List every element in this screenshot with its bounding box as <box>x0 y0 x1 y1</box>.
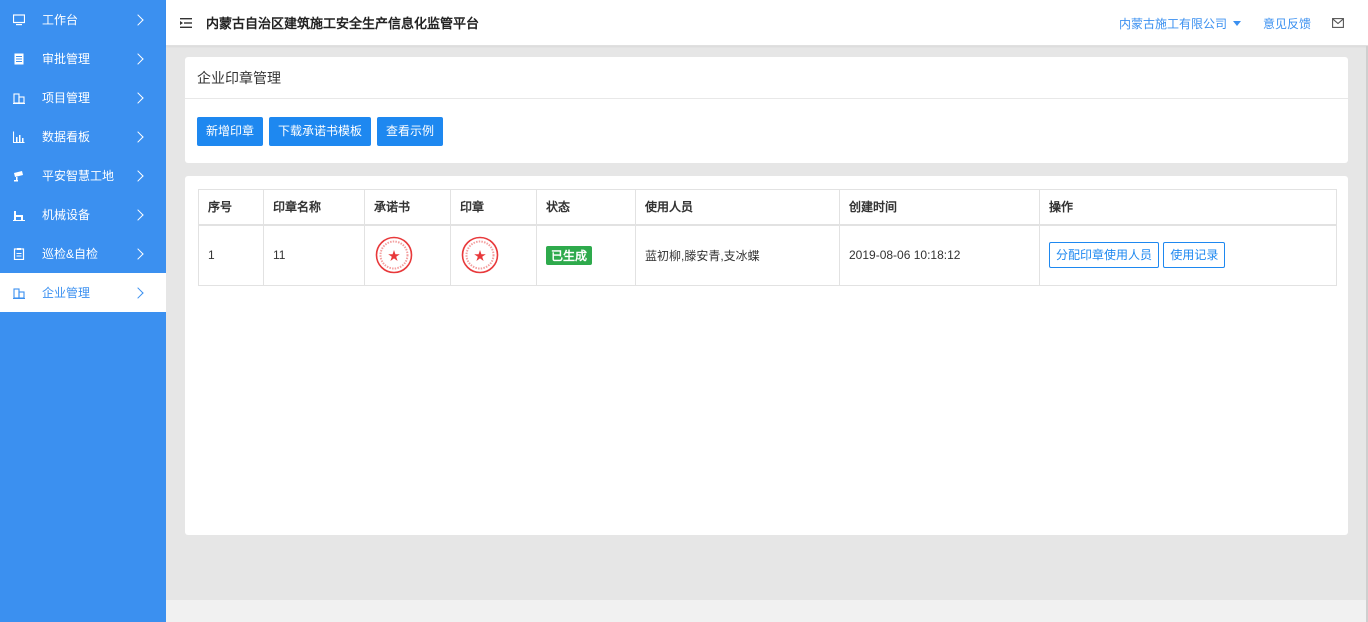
menu-toggle-icon[interactable] <box>180 17 194 29</box>
sidebar-item-label: 机械设备 <box>42 208 91 222</box>
chart-icon <box>13 131 25 143</box>
sidebar-item-projects[interactable]: 项目管理 <box>0 78 166 117</box>
cell-users: 蓝初柳,滕安青,支冰蝶 <box>635 224 840 286</box>
column-header-created: 创建时间 <box>839 189 1040 226</box>
footer-bar <box>166 600 1366 622</box>
company-dropdown[interactable]: 内蒙古施工有限公司 <box>1119 15 1241 32</box>
column-header-seal: 印章 <box>450 189 537 226</box>
sidebar-item-label: 审批管理 <box>42 52 91 66</box>
sidebar-item-workbench[interactable]: 工作台 <box>0 0 166 39</box>
sidebar-item-label: 巡检&自检 <box>42 247 99 261</box>
caret-down-icon <box>1232 20 1241 26</box>
sidebar-item-label: 项目管理 <box>42 91 91 105</box>
column-header-users: 使用人员 <box>635 189 840 226</box>
page-title: 企业印章管理 <box>185 57 1348 99</box>
camera-icon <box>13 170 25 182</box>
add-seal-button[interactable]: 新增印章 <box>197 117 264 146</box>
column-header-letter: 承诺书 <box>364 189 451 226</box>
company-name: 内蒙古施工有限公司 <box>1118 16 1227 31</box>
toolbar-panel: 企业印章管理 新增印章 下载承诺书模板 查看示例 <box>185 57 1348 163</box>
chevron-right-icon <box>132 208 144 221</box>
app-title: 内蒙古自治区建筑施工安全生产信息化监管平台 <box>206 16 480 31</box>
cell-created: 2019-08-06 10:18:12 <box>839 224 1040 286</box>
column-header-actions: 操作 <box>1039 189 1337 226</box>
top-header: 内蒙古自治区建筑施工安全生产信息化监管平台 内蒙古施工有限公司 意见反馈 <box>166 0 1368 46</box>
status-badge: 已生成 <box>546 245 593 265</box>
sidebar-item-smart-site[interactable]: 平安智慧工地 <box>0 156 166 195</box>
column-header-name: 印章名称 <box>263 189 365 226</box>
monitor-icon <box>13 13 25 26</box>
mail-icon[interactable] <box>1332 18 1344 28</box>
download-template-button[interactable]: 下载承诺书模板 <box>269 117 372 146</box>
feedback-link[interactable]: 意见反馈 <box>1263 15 1311 32</box>
sidebar-item-label: 平安智慧工地 <box>42 169 115 183</box>
cell-status: 已生成 <box>536 224 636 286</box>
chevron-right-icon <box>132 13 144 26</box>
view-example-button[interactable]: 查看示例 <box>377 117 444 146</box>
usage-log-button[interactable]: 使用记录 <box>1163 242 1226 269</box>
table-header-row: 序号 印章名称 承诺书 印章 状态 使用人员 创建时间 操作 <box>198 189 1337 226</box>
sidebar-item-approval[interactable]: 审批管理 <box>0 39 166 78</box>
cell-name: 11 <box>263 224 365 286</box>
letter-seal-image[interactable] <box>375 236 413 274</box>
chevron-right-icon <box>132 169 144 182</box>
table-panel: 序号 印章名称 承诺书 印章 状态 使用人员 创建时间 操作 1 11 已生成 … <box>185 176 1348 535</box>
building-icon <box>13 92 25 104</box>
column-header-index: 序号 <box>198 189 264 226</box>
seal-image[interactable] <box>461 236 499 274</box>
chevron-right-icon <box>132 91 144 104</box>
chevron-right-icon <box>132 52 144 65</box>
sidebar-item-machinery[interactable]: 机械设备 <box>0 195 166 234</box>
seal-table: 序号 印章名称 承诺书 印章 状态 使用人员 创建时间 操作 1 11 已生成 … <box>198 189 1337 286</box>
document-icon <box>13 53 25 65</box>
cell-actions: 分配印章使用人员 使用记录 <box>1039 224 1337 286</box>
sidebar-item-label: 工作台 <box>42 13 79 27</box>
cell-index: 1 <box>198 224 264 286</box>
table-row: 1 11 已生成 蓝初柳,滕安青,支冰蝶 2019-08-06 10:18:12… <box>198 224 1337 286</box>
chevron-right-icon <box>132 247 144 260</box>
chevron-right-icon <box>132 286 144 299</box>
sidebar-item-enterprise[interactable]: 企业管理 <box>0 273 166 312</box>
assign-users-button[interactable]: 分配印章使用人员 <box>1049 242 1160 269</box>
clipboard-icon <box>13 247 25 260</box>
sidebar: 工作台 审批管理 项目管理 数据看板 平安智慧工地 机械设备 巡检&自检 企业管… <box>0 0 166 622</box>
cell-seal <box>450 224 537 286</box>
column-header-status: 状态 <box>536 189 636 226</box>
machine-icon <box>13 209 25 221</box>
chevron-right-icon <box>132 130 144 143</box>
sidebar-item-label: 企业管理 <box>42 286 91 300</box>
sidebar-item-inspection[interactable]: 巡检&自检 <box>0 234 166 273</box>
cell-letter <box>364 224 451 286</box>
sidebar-item-label: 数据看板 <box>42 130 91 144</box>
building-icon <box>13 287 25 299</box>
sidebar-item-dashboard[interactable]: 数据看板 <box>0 117 166 156</box>
